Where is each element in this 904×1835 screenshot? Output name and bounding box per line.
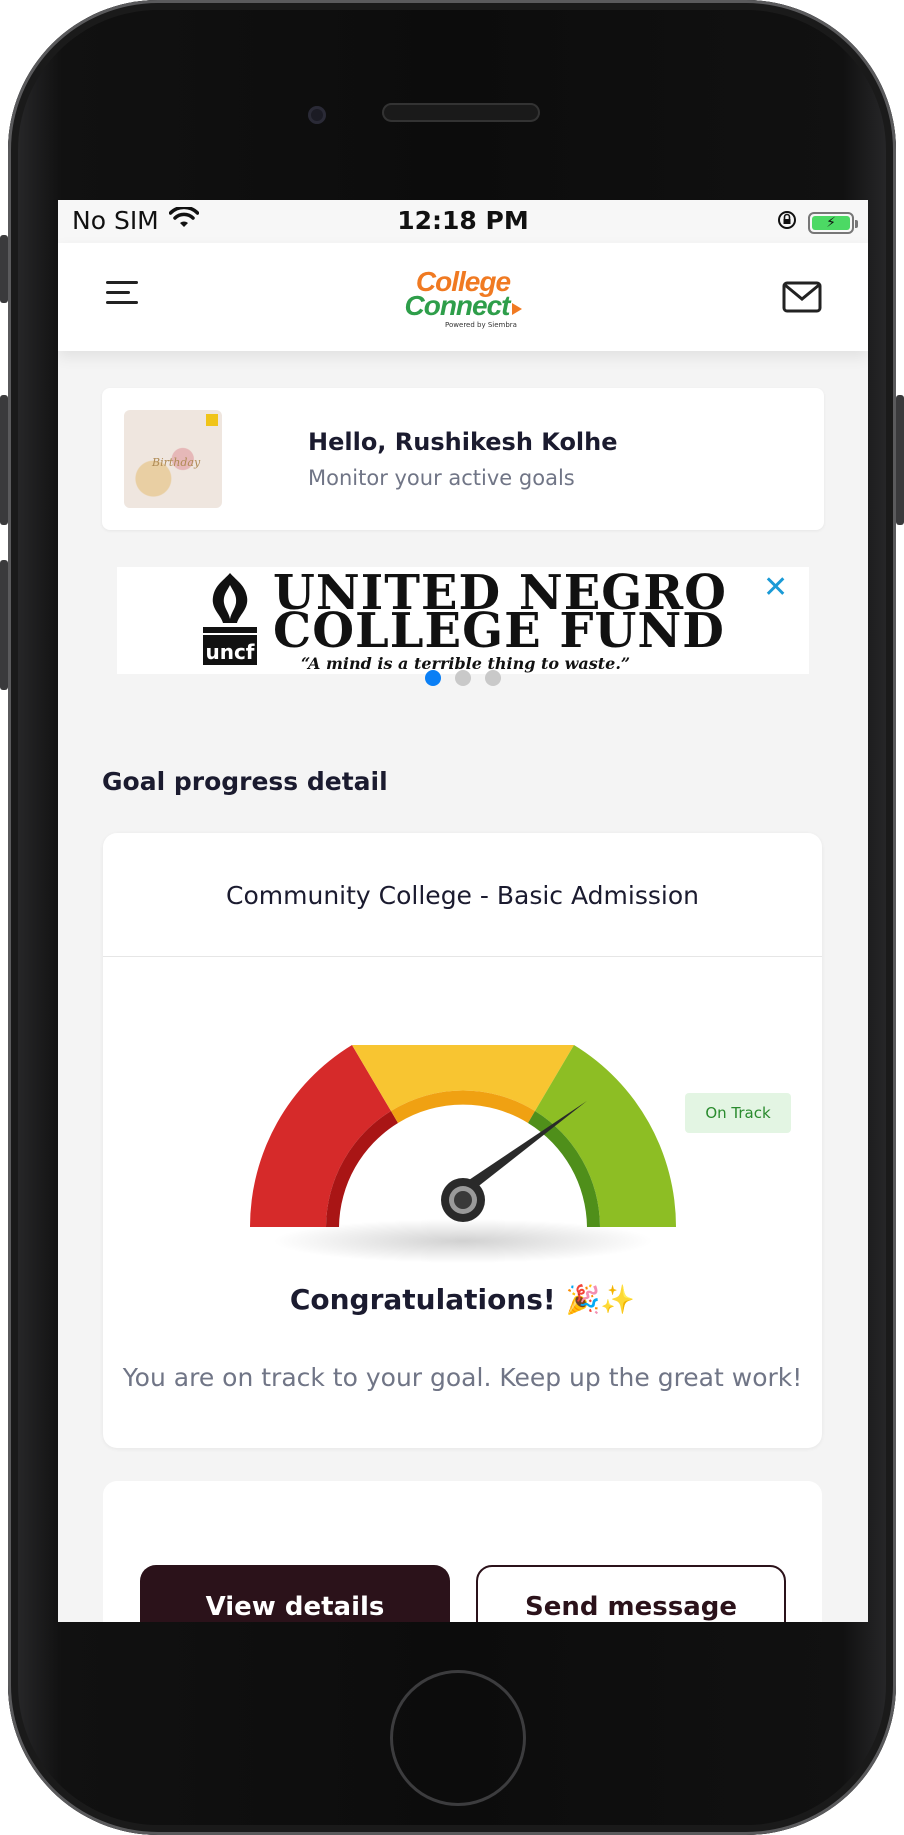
- actions-card: View details Send message: [103, 1481, 822, 1622]
- goal-progress-card: Community College - Basic Admission On T…: [103, 833, 822, 1448]
- logo-word-connect: Connect: [404, 290, 511, 321]
- carousel-dot-1[interactable]: [425, 670, 441, 686]
- volume-up-button: [0, 395, 8, 525]
- phone-frame: No SIM 12:18 PM ⚡ College Connect Powere…: [0, 0, 904, 1835]
- banner-line2: COLLEGE FUND: [273, 603, 725, 659]
- uncf-logo-text: uncf: [205, 640, 254, 664]
- divider: [103, 956, 822, 957]
- power-button: [896, 395, 904, 525]
- home-button[interactable]: [390, 1670, 526, 1806]
- section-title: Goal progress detail: [102, 767, 388, 796]
- avatar-text: Birthday: [152, 456, 201, 469]
- battery-charging-icon: ⚡: [808, 211, 858, 234]
- close-icon[interactable]: ✕: [763, 570, 788, 605]
- status-time: 12:18 PM: [397, 206, 529, 235]
- carousel-dot-3[interactable]: [485, 670, 501, 686]
- view-details-button[interactable]: View details: [140, 1565, 450, 1622]
- progress-gauge: [249, 1045, 677, 1263]
- college-connect-logo: College Connect Powered by Siembra: [58, 268, 868, 329]
- congrats-message: You are on track to your goal. Keep up t…: [122, 1363, 803, 1392]
- goal-title: Community College - Basic Admission: [226, 881, 699, 910]
- front-camera: [308, 106, 326, 124]
- carousel-dot-2[interactable]: [455, 670, 471, 686]
- orientation-lock-icon: [776, 208, 798, 237]
- earpiece-speaker: [382, 103, 540, 122]
- avatar[interactable]: Birthday: [124, 410, 222, 508]
- avatar-tag-icon: [206, 414, 218, 426]
- mute-switch: [0, 235, 8, 303]
- greeting-name: Hello, Rushikesh Kolhe: [308, 428, 618, 456]
- volume-down-button: [0, 560, 8, 690]
- mail-icon[interactable]: [782, 281, 822, 313]
- app-header: College Connect Powered by Siembra: [58, 243, 868, 351]
- logo-tagline: Powered by Siembra: [445, 321, 517, 329]
- play-triangle-icon: [511, 303, 522, 315]
- congrats-heading: Congratulations! 🎉✨: [289, 1283, 636, 1316]
- status-bar: No SIM 12:18 PM ⚡: [58, 200, 868, 243]
- ad-banner[interactable]: uncf UNITED NEGRO COLLEGE FUND “A mind i…: [117, 567, 809, 674]
- uncf-torch-logo-icon: uncf: [203, 573, 257, 665]
- screen: No SIM 12:18 PM ⚡ College Connect Powere…: [58, 200, 868, 1622]
- greeting-card: Birthday Hello, Rushikesh Kolhe Monitor …: [102, 388, 824, 530]
- send-message-button[interactable]: Send message: [476, 1565, 786, 1622]
- status-badge: On Track: [685, 1093, 791, 1133]
- greeting-subtitle: Monitor your active goals: [308, 466, 575, 490]
- carousel-dots: [58, 670, 868, 686]
